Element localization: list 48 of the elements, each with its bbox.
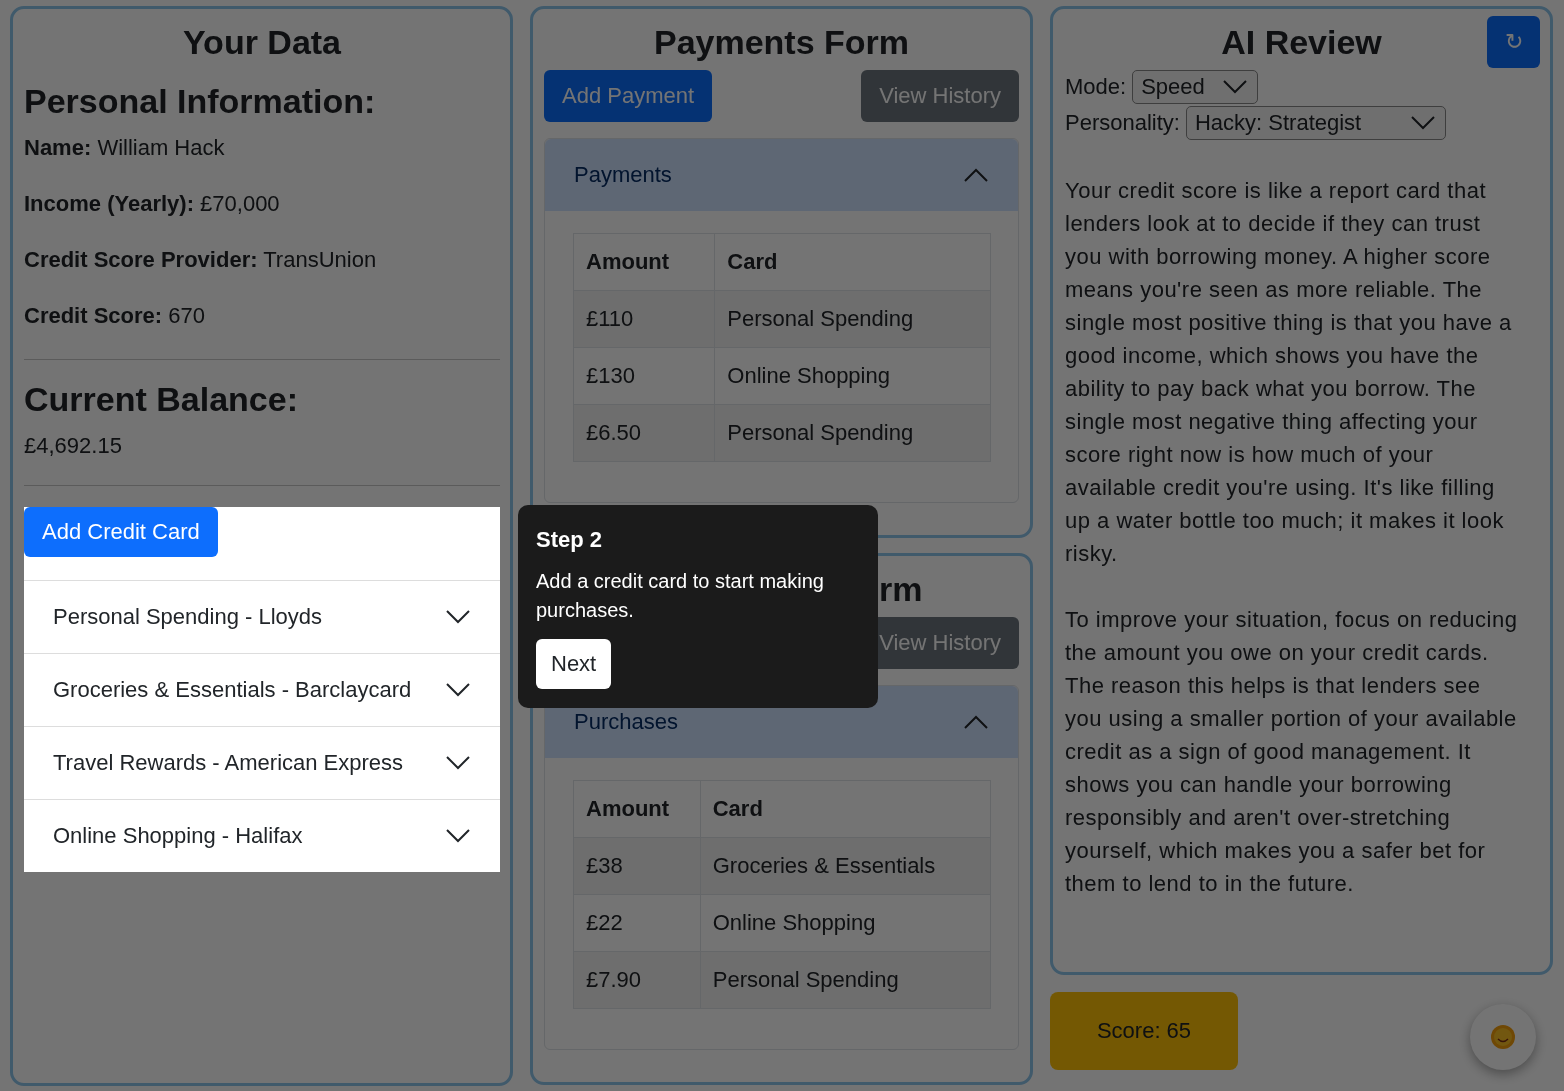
panel-title: Payments Form	[653, 23, 910, 61]
popover-text: Add a credit card to start making purchases.	[536, 569, 825, 623]
section-heading: Personal Information:	[24, 82, 377, 121]
panel-title: rm	[879, 570, 923, 608]
column-header: Card	[700, 780, 991, 838]
column-header: Amount	[573, 780, 701, 838]
table-cell: Online Shopping	[714, 347, 991, 405]
info-line: Credit Score Provider: TransUnion	[24, 247, 378, 273]
mode-select[interactable]: Speed	[1132, 70, 1259, 104]
accordion-header[interactable]: Payments	[545, 139, 1018, 211]
column-header: Amount	[573, 233, 715, 291]
info-line: Income (Yearly): £70,000	[24, 191, 281, 217]
table-cell: Personal Spending	[700, 951, 991, 1009]
next-button[interactable]: Next	[536, 639, 612, 689]
popover-title: Step 2	[536, 527, 604, 553]
card-accordion-item[interactable]: Travel Rewards - American Express	[24, 727, 500, 800]
review-paragraph: Your credit score is like a report card that lenders look at to decide if they can trust you with borrowing money. A higher score means you're seen as more reliable. The single most positive thing is that you have a good income, which shows you have the ability to pay back what you borrow. The single most negative thing affecting your score right now is how much of your available credit you're using. It's like filling up a water bottle too much; it makes it look risky.	[1065, 177, 1513, 568]
panel-title: AI Review	[1220, 23, 1383, 62]
column-header: Card	[714, 233, 991, 291]
card-accordion-item[interactable]: Online Shopping - Halifax	[24, 800, 500, 872]
chevron-down-icon	[1223, 80, 1248, 94]
card-accordion-item[interactable]: Groceries & Essentials - Barclaycard	[24, 654, 500, 727]
balance-value: £4,692.15	[24, 433, 123, 459]
panel-title: Your Data	[181, 23, 343, 62]
info-line: Credit Score: 670	[24, 303, 206, 329]
refresh-button[interactable]: ↻	[1487, 16, 1540, 68]
field-label: Personality:	[1065, 110, 1180, 136]
table-cell: Groceries & Essentials	[700, 837, 991, 895]
table-cell: Personal Spending	[714, 290, 991, 348]
table-cell: £22	[573, 894, 701, 952]
table-cell: £38	[573, 837, 701, 895]
add-button[interactable]: Add Payment	[544, 70, 713, 122]
table-cell: £6.50	[573, 404, 715, 462]
personality-select[interactable]: Hacky: Strategist	[1185, 106, 1446, 140]
card-accordion-item[interactable]: Personal Spending - Lloyds	[24, 581, 500, 654]
table-cell: Online Shopping	[700, 894, 991, 952]
field-label: Mode:	[1065, 74, 1127, 100]
table-cell: £7.90	[573, 951, 701, 1009]
add-card-button[interactable]: Add Credit Card	[24, 507, 218, 557]
review-paragraph: To improve your situation, focus on reducing the amount you owe on your credit cards. The reason this helps is that lenders see you using a smaller portion of your available credit as a sign of good management. It shows you can handle your borrowing responsibly and aren't over-stretching yourself, which makes you a safer bet for them to lend to in the future.	[1065, 606, 1519, 898]
table-cell: Personal Spending	[714, 404, 991, 462]
chevron-down-icon	[1410, 116, 1435, 130]
info-line: Name: William Hack	[24, 135, 226, 161]
history-button[interactable]: View History	[861, 70, 1019, 122]
score-button[interactable]: Score: 65	[1050, 992, 1238, 1070]
section-heading: Current Balance:	[24, 380, 299, 419]
table-cell: £110	[573, 290, 715, 348]
table-cell: £130	[573, 347, 715, 405]
